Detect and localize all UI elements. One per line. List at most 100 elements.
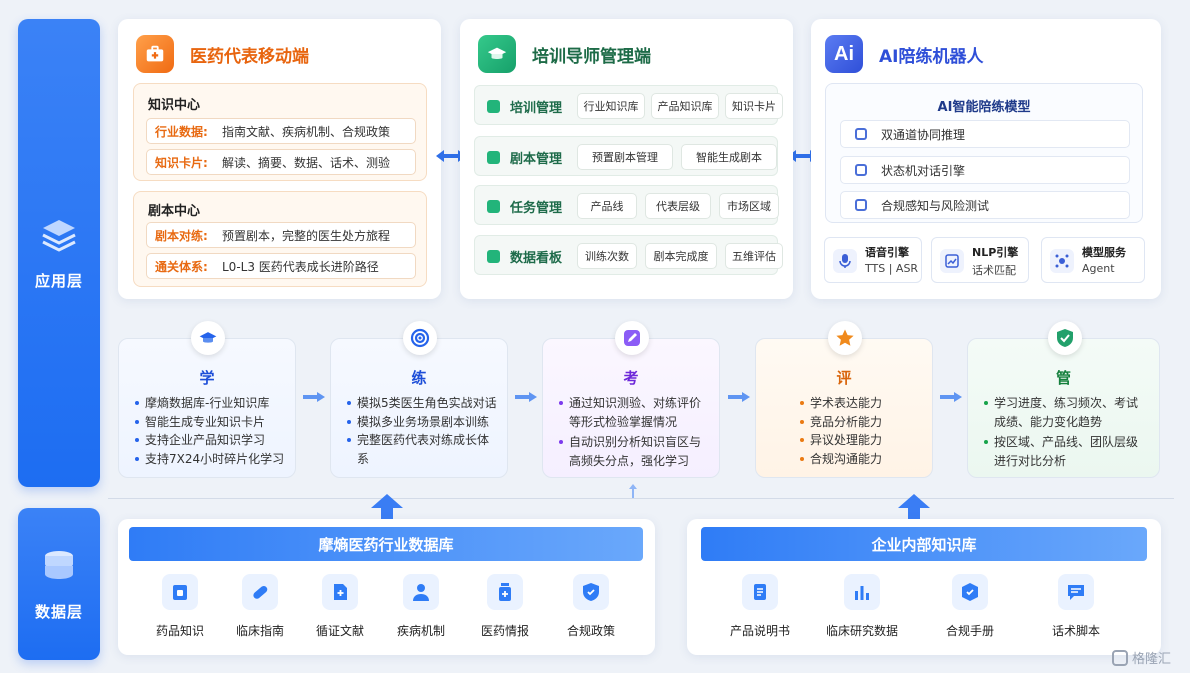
target-icon (403, 321, 437, 355)
stage-item: 合规沟通能力 (800, 450, 922, 469)
stage-item: 学习进度、练习频次、考试成绩、能力变化趋势 (984, 394, 1143, 431)
ai-robot-panel: Ai AI陪练机器人 AI智能陪练模型 双通道协同推理 状态机对话引擎 合规感知… (811, 19, 1161, 299)
script-center-title: 剧本中心 (148, 204, 201, 219)
knowledge-center-title: 知识中心 (148, 98, 201, 113)
chip: 知识卡片 (725, 93, 783, 119)
medicine-box-icon (162, 574, 198, 610)
database-icon (45, 550, 73, 579)
graduation-cap-icon (478, 35, 516, 73)
chip: 产品线 (577, 193, 637, 219)
up-arrow-icon (371, 494, 403, 522)
chip: 智能生成剧本 (681, 144, 777, 170)
rep-mobile-panel: 医药代表移动端 知识中心 行业数据: 指南文献、疾病机制、合规政策 知识卡片: 解读… (118, 19, 441, 299)
stage-card-practice: 练 模拟5类医生角色实战对话 模拟多业务场景剧本训练 完整医药代表对练成长体系 (330, 321, 508, 478)
ai-model-title: AI智能陪练模型 (937, 100, 1031, 115)
stage-item: 模拟5类医生角色实战对话 (347, 394, 497, 413)
stage-item: 完整医药代表对练成长体系 (347, 431, 497, 468)
rep-panel-title: 医药代表移动端 (190, 46, 309, 67)
db-item: 话术脚本 (1041, 574, 1111, 639)
right-arrow-icon (940, 392, 962, 402)
script-row: 剧本对练: 预置剧本，完整的医生处方旅程 (146, 222, 416, 248)
stage-list: 学术表达能力 竞品分析能力 异议处理能力 合规沟通能力 (800, 394, 922, 468)
db-item: 合规手册 (935, 574, 1005, 639)
dashboard-icon (487, 250, 500, 263)
script-center-box: 剧本中心 剧本对练: 预置剧本，完整的医生处方旅程 通关体系: L0-L3 医药代表… (133, 191, 427, 287)
medicine-bottle-icon (487, 574, 523, 610)
document-plus-icon (322, 574, 358, 610)
watermark: 格隆汇 (1112, 648, 1171, 667)
service-model: 模型服务 Agent (1041, 237, 1145, 283)
layers-icon (42, 219, 76, 252)
medkit-icon (136, 35, 174, 73)
cube-icon (1050, 249, 1074, 273)
stage-card-exam: 考 通过知识测验、对练评价等形式检验掌握情况 自动识别分析知识盲区与高频失分点，… (542, 321, 720, 478)
db-item: 药品知识 (145, 574, 215, 639)
person-icon (403, 574, 439, 610)
model-row: 合规感知与风险测试 (840, 191, 1130, 219)
stage-item: 支持7X24小时碎片化学习 (135, 450, 285, 469)
training-icon (487, 100, 500, 113)
gear-icon (855, 164, 867, 176)
bar-chart-icon (844, 574, 880, 610)
db-item: 临床研究数据 (820, 574, 904, 639)
stage-list: 摩熵数据库-行业知识库 智能生成专业知识卡片 支持企业产品知识学习 支持7X24… (135, 394, 285, 468)
knowledge-center-box: 知识中心 行业数据: 指南文献、疾病机制、合规政策 知识卡片: 解读、摘要、数据、话… (133, 83, 427, 181)
application-layer-text: 应用层 (34, 271, 83, 290)
db-item: 医药情报 (470, 574, 540, 639)
stage-title: 管 (1055, 369, 1071, 387)
application-layer-label: 应用层 (18, 19, 100, 487)
chip: 五维评估 (725, 243, 783, 269)
pill-icon (242, 574, 278, 610)
stage-item: 竞品分析能力 (800, 413, 922, 432)
stage-item: 按区域、产品线、团队层级进行对比分析 (984, 433, 1143, 470)
stage-title: 评 (836, 369, 852, 387)
layer-divider (108, 498, 1174, 499)
stage-list: 模拟5类医生角色实战对话 模拟多业务场景剧本训练 完整医药代表对练成长体系 (347, 394, 497, 468)
stage-item: 通过知识测验、对练评价等形式检验掌握情况 (559, 394, 705, 431)
stage-item: 智能生成专业知识卡片 (135, 413, 285, 432)
microphone-icon (833, 249, 857, 273)
manual-icon (742, 574, 778, 610)
small-up-arrow-icon (629, 484, 637, 498)
industry-database-title: 摩熵医药行业数据库 (129, 527, 643, 561)
up-arrow-icon (898, 494, 930, 522)
service-nlp: NLP引擎 话术匹配 (931, 237, 1029, 283)
stage-item: 支持企业产品知识学习 (135, 431, 285, 450)
db-item: 循证文献 (305, 574, 375, 639)
stage-title: 练 (411, 369, 427, 387)
shield-check-icon (1048, 321, 1082, 355)
chip: 预置剧本管理 (577, 144, 673, 170)
chip: 剧本完成度 (645, 243, 717, 269)
knowledge-row: 知识卡片: 解读、摘要、数据、话术、测验 (146, 149, 416, 175)
stage-title: 学 (199, 369, 215, 387)
chat-script-icon (1058, 574, 1094, 610)
trainer-row-training: 培训管理 行业知识库 产品知识库 知识卡片 (474, 85, 783, 125)
chip: 市场区域 (719, 193, 779, 219)
right-arrow-icon (303, 392, 325, 402)
trainer-row-task: 任务管理 产品线 代表层级 市场区域 (474, 185, 779, 225)
edit-icon (615, 321, 649, 355)
model-row: 状态机对话引擎 (840, 156, 1130, 184)
stage-card-manage: 管 学习进度、练习频次、考试成绩、能力变化趋势 按区域、产品线、团队层级进行对比… (967, 321, 1160, 478)
enterprise-kb-title: 企业内部知识库 (701, 527, 1147, 561)
document-icon (487, 151, 500, 164)
trainer-panel-title: 培训导师管理端 (532, 46, 651, 67)
db-item: 临床指南 (225, 574, 295, 639)
trainer-panel: 培训导师管理端 培训管理 行业知识库 产品知识库 知识卡片 剧本管理 预置剧本管… (460, 19, 793, 299)
book-icon (855, 128, 867, 140)
chip: 代表层级 (645, 193, 711, 219)
stage-list: 学习进度、练习频次、考试成绩、能力变化趋势 按区域、产品线、团队层级进行对比分析 (984, 394, 1143, 470)
chip: 训练次数 (577, 243, 637, 269)
trainer-row-dashboard: 数据看板 训练次数 剧本完成度 五维评估 (474, 235, 783, 275)
db-item: 产品说明书 (722, 574, 798, 639)
stage-item: 异议处理能力 (800, 431, 922, 450)
chip: 行业知识库 (577, 93, 645, 119)
knowledge-row: 行业数据: 指南文献、疾病机制、合规政策 (146, 118, 416, 144)
stage-card-learn: 学 摩熵数据库-行业知识库 智能生成专业知识卡片 支持企业产品知识学习 支持7X… (118, 321, 296, 478)
data-layer-text: 数据层 (34, 602, 83, 621)
stage-item: 自动识别分析知识盲区与高频失分点，强化学习 (559, 433, 705, 470)
model-row: 双通道协同推理 (840, 120, 1130, 148)
chart-icon (940, 249, 964, 273)
handbook-icon (952, 574, 988, 610)
right-arrow-icon (728, 392, 750, 402)
